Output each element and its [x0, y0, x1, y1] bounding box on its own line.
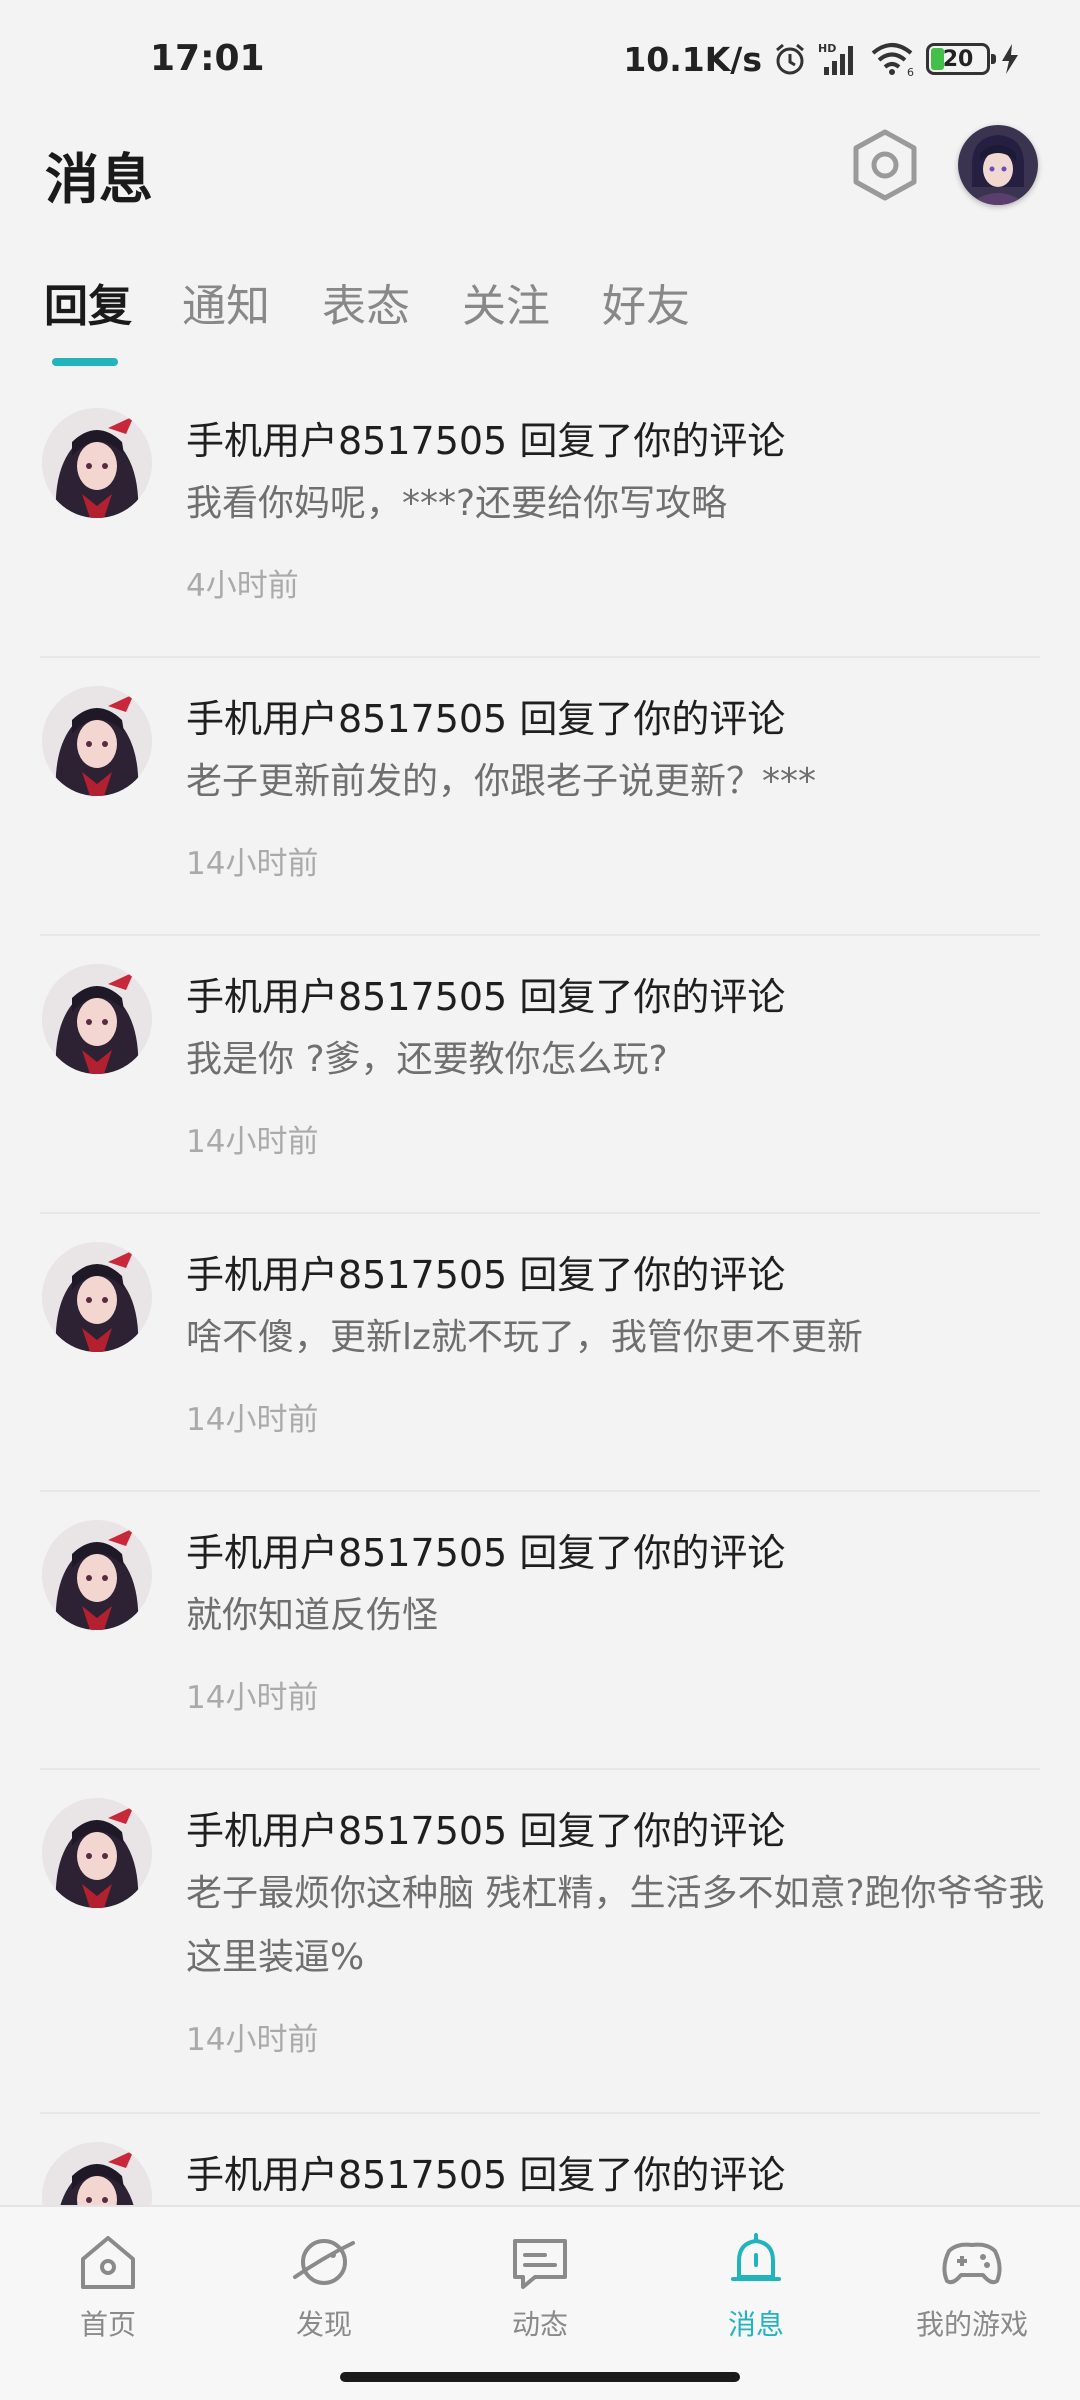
status-icons: 10.1K/s HD 6 20 [623, 34, 1020, 84]
wifi-icon: 6 [870, 41, 916, 77]
message-time: 14小时前 [186, 2022, 319, 2058]
message-title: 手机用户8517505 回复了你的评论 [186, 1531, 786, 1575]
list-item[interactable]: 手机用户8517505 回复了你的评论 老子最烦你这种脑 残杠精，生活多不如意?… [40, 1770, 1045, 2114]
user-avatar[interactable] [958, 125, 1038, 205]
message-title: 手机用户8517505 回复了你的评论 [186, 697, 786, 741]
tab-reaction[interactable]: 表态 [322, 270, 410, 334]
settings-button[interactable] [850, 128, 920, 202]
page-title: 消息 [45, 148, 153, 211]
sender-avatar[interactable] [42, 964, 152, 1074]
message-tabs: 回复 通知 表态 关注 好友 [0, 270, 1080, 370]
battery-icon: 20 [926, 43, 996, 75]
message-body: 我是你 ?爹，还要教你怎么玩? [186, 1039, 668, 1080]
nav-feed[interactable]: 动态 [450, 2227, 630, 2343]
charging-icon [1000, 43, 1020, 75]
message-body: 我看你妈呢，***?还要给你写攻略 [186, 483, 728, 524]
gamepad-icon [942, 2242, 1002, 2285]
settings-hexagon-icon [853, 129, 917, 201]
message-body: 啥不傻，更新lz就不玩了，我管你更不更新 [186, 1317, 863, 1358]
message-time: 14小时前 [186, 846, 319, 882]
sender-avatar[interactable] [42, 1798, 152, 1908]
message-title: 手机用户8517505 回复了你的评论 [186, 1809, 786, 1853]
chat-bubble-icon [513, 2239, 567, 2289]
list-item[interactable]: 手机用户8517505 回复了你的评论 我是你 ?爹，还要教你怎么玩? 14小时… [40, 936, 1040, 1214]
nav-discover[interactable]: 发现 [234, 2227, 414, 2343]
home-icon [81, 2236, 135, 2289]
message-list: 手机用户8517505 回复了你的评论 我看你妈呢，***?还要给你写攻略 4小… [0, 380, 1080, 2274]
nav-discover-label: 发现 [295, 2308, 352, 2341]
signal-icon: HD [818, 41, 860, 77]
nav-messages[interactable]: 消息 [666, 2227, 846, 2343]
sender-avatar[interactable] [42, 686, 152, 796]
list-item[interactable]: 手机用户8517505 回复了你的评论 我看你妈呢，***?还要给你写攻略 4小… [40, 380, 1040, 658]
message-time: 4小时前 [186, 568, 299, 604]
message-time: 14小时前 [186, 1402, 319, 1438]
nav-my-games[interactable]: 我的游戏 [882, 2227, 1062, 2343]
tab-indicator [52, 358, 118, 366]
message-time: 14小时前 [186, 1124, 319, 1160]
svg-text:6: 6 [907, 66, 914, 77]
message-time: 14小时前 [186, 1680, 319, 1716]
tab-follow[interactable]: 关注 [462, 270, 550, 334]
status-time: 17:01 [150, 38, 265, 79]
nav-home-label: 首页 [79, 2308, 136, 2341]
status-bar: 17:01 10.1K/s HD 6 20 [0, 0, 1080, 120]
message-title: 手机用户8517505 回复了你的评论 [186, 419, 786, 463]
planet-icon [293, 2239, 355, 2285]
message-title: 手机用户8517505 回复了你的评论 [186, 1253, 786, 1297]
svg-text:HD: HD [818, 42, 836, 55]
sender-avatar[interactable] [42, 1520, 152, 1630]
tab-reply[interactable]: 回复 [44, 270, 132, 334]
list-item[interactable]: 手机用户8517505 回复了你的评论 老子更新前发的，你跟老子说更新？*** … [40, 658, 1040, 936]
net-speed: 10.1K/s [623, 39, 762, 79]
nav-my-games-label: 我的游戏 [915, 2308, 1028, 2341]
message-body: 老子更新前发的，你跟老子说更新？*** [186, 761, 817, 802]
tab-friends[interactable]: 好友 [602, 270, 690, 334]
alarm-icon [772, 41, 808, 77]
sender-avatar[interactable] [42, 408, 152, 518]
nav-feed-label: 动态 [511, 2308, 568, 2341]
messages-screen: 17:01 10.1K/s HD 6 20 消息 回复 通知 表态 关注 好友 … [0, 0, 1080, 2400]
bell-icon [731, 2233, 781, 2281]
message-title: 手机用户8517505 回复了你的评论 [186, 975, 786, 1019]
message-title: 手机用户8517505 回复了你的评论 [186, 2153, 786, 2197]
nav-home[interactable]: 首页 [18, 2227, 198, 2343]
list-item[interactable]: 手机用户8517505 回复了你的评论 就你知道反伤怪 14小时前 [40, 1492, 1040, 1770]
list-item[interactable]: 手机用户8517505 回复了你的评论 啥不傻，更新lz就不玩了，我管你更不更新… [40, 1214, 1040, 1492]
sender-avatar[interactable] [42, 1242, 152, 1352]
bottom-nav: 首页 发现 动态 消息 我的游戏 [0, 2205, 1080, 2400]
message-body: 老子最烦你这种脑 残杠精，生活多不如意?跑你爷爷我这里装逼% [186, 1873, 1045, 1978]
battery-level: 20 [942, 46, 974, 72]
message-body: 就你知道反伤怪 [186, 1595, 439, 1636]
tab-notice[interactable]: 通知 [182, 270, 270, 334]
nav-messages-label: 消息 [727, 2308, 784, 2341]
home-indicator[interactable] [340, 2372, 740, 2382]
